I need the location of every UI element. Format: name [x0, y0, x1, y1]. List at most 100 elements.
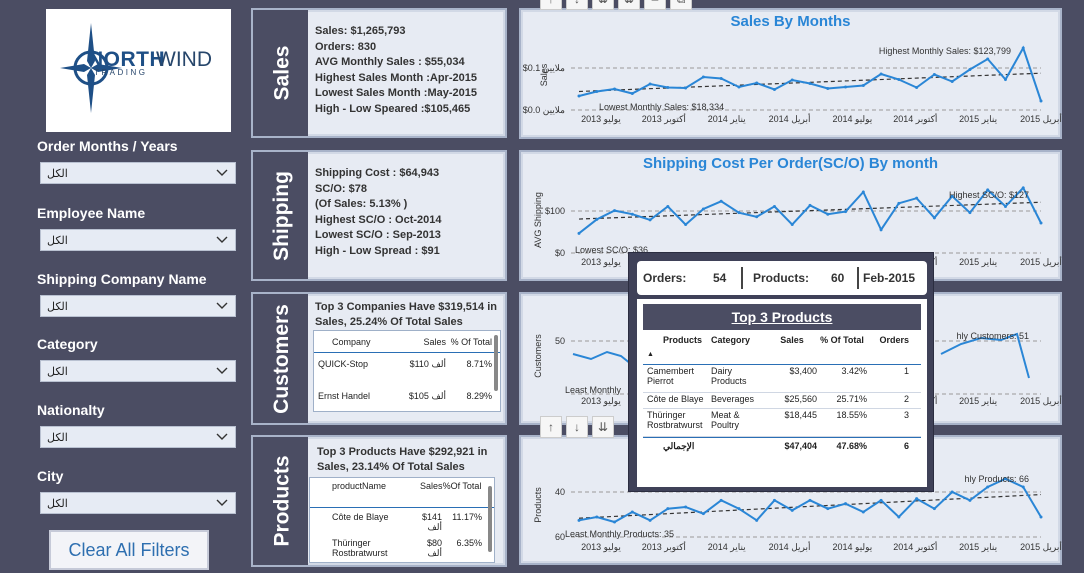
- cell-company: Ernst Handel: [318, 391, 371, 401]
- filter-label-category: Category: [37, 336, 98, 352]
- customers-card: Customers Top 3 Companies Have $319,514 …: [251, 292, 507, 425]
- col-category[interactable]: Category: [709, 335, 767, 364]
- table-row[interactable]: Côte de Blaye Beverages $25,560 25.71% 2: [643, 393, 921, 409]
- data-point: [915, 196, 919, 200]
- chart-svg[interactable]: Sales$0.0 ملايين$0.1 ملايينيوليو 2013 أكت…: [521, 10, 1064, 141]
- data-point: [755, 81, 759, 85]
- data-point: [897, 201, 901, 205]
- cell-sales: $110 ألف: [409, 359, 446, 369]
- filter-select-shipping-company[interactable]: الكل: [40, 295, 236, 317]
- data-point: [701, 207, 705, 211]
- x-tick-label: يناير 2015: [959, 396, 997, 407]
- data-point: [648, 218, 652, 222]
- top-products-table: productName Sales %Of Total Côte de Blay…: [309, 477, 495, 563]
- filter-select-nationality[interactable]: الكل: [40, 426, 236, 448]
- divider: [857, 267, 859, 289]
- col-pct[interactable]: % Of Total: [817, 335, 867, 364]
- logo-trading-text: TRADING: [94, 68, 148, 77]
- chart-annotation: Highest SC/O: $127: [949, 190, 1029, 200]
- data-point: [772, 88, 776, 91]
- data-point: [1039, 515, 1043, 519]
- col-pct[interactable]: % Of Total: [446, 337, 494, 347]
- data-point: [684, 86, 688, 90]
- cell-orders: 2: [903, 394, 909, 404]
- table-row[interactable]: Camembert Pierrot Dairy Products $3,400 …: [643, 365, 921, 393]
- col-orders[interactable]: Orders: [867, 335, 915, 364]
- col-sales[interactable]: Sales: [406, 337, 446, 347]
- col-pct[interactable]: %Of Total: [442, 481, 484, 491]
- cell-pct: 8.71%: [466, 359, 492, 369]
- table-row[interactable]: QUICK-Stop $110 ألف 8.71%: [314, 353, 500, 385]
- table-scrollbar[interactable]: [488, 486, 492, 552]
- popup-products-table: Products ▲ Category Sales % Of Total Orde…: [643, 333, 921, 455]
- x-tick-label: أكتوبر 2014: [893, 112, 937, 125]
- data-point: [986, 57, 990, 61]
- table-row[interactable]: Thüringer Rostbratwurst Meat & Poultry $…: [643, 409, 921, 437]
- expand-all-icon[interactable]: ⇊: [618, 0, 640, 10]
- table-row[interactable]: Thüringer Rostbratwurst $80 ألف 6.35%: [310, 534, 494, 562]
- data-point: [1039, 99, 1043, 103]
- x-tick-label: يوليو 2014: [833, 114, 873, 125]
- table-total-row: الإجمالي $47,404 47.68% 6: [643, 437, 921, 455]
- col-sales[interactable]: Sales: [767, 335, 817, 364]
- filter-select-order-months[interactable]: الكل: [40, 162, 236, 184]
- focus-mode-icon[interactable]: ⧉: [670, 0, 692, 10]
- popup-title: Top 3 Products: [643, 304, 921, 330]
- cell-pct: 3.42%: [841, 366, 867, 376]
- filter-select-city[interactable]: الكل: [40, 492, 236, 514]
- y-tick-label: 60: [555, 532, 565, 542]
- table-row[interactable]: Côte de Blaye $141 ألف 11.17%: [310, 508, 494, 534]
- sales-kpi-card: Sales Sales: $1,265,793 Orders: 830 AVG …: [251, 8, 507, 138]
- products-card: Products Top 3 Products Have $292,921 in…: [251, 435, 507, 567]
- table-row[interactable]: Ernst Handel $105 ألف 8.29%: [314, 385, 500, 417]
- filter-select-employee[interactable]: الكل: [40, 229, 236, 251]
- data-point: [648, 82, 652, 86]
- data-point: [968, 211, 972, 215]
- kpi-of-sales: (Of Sales: 5.13% ): [315, 198, 408, 211]
- col-sales[interactable]: Sales: [420, 481, 443, 491]
- sales-kpi-list: Sales: $1,265,793 Orders: 830 AVG Monthl…: [315, 24, 477, 118]
- more-options-icon[interactable]: –: [644, 0, 666, 10]
- drill-up-icon[interactable]: ↑: [540, 0, 562, 10]
- data-point: [684, 505, 688, 509]
- col-products[interactable]: Products ▲: [643, 335, 709, 364]
- table-header: Products ▲ Category Sales % Of Total Orde…: [643, 333, 921, 365]
- data-point: [630, 212, 634, 216]
- col-company[interactable]: Company: [314, 337, 406, 347]
- data-point: [826, 212, 830, 216]
- x-tick-label: يوليو 2013: [581, 257, 621, 268]
- expand-level-icon[interactable]: ⇊: [592, 416, 614, 438]
- clear-all-filters-button[interactable]: Clear All Filters: [49, 530, 209, 570]
- expand-level-icon[interactable]: ⇊: [592, 0, 614, 10]
- data-point: [737, 211, 741, 215]
- table-scrollbar[interactable]: [494, 335, 498, 391]
- cell-product: Côte de Blaye: [647, 394, 704, 404]
- drill-down-icon[interactable]: ↓: [566, 0, 588, 10]
- x-tick-label: يوليو 2013: [581, 542, 621, 553]
- filter-value: الكل: [47, 366, 68, 378]
- x-tick-label: يناير 2014: [708, 542, 746, 553]
- cell-sales: $3,400: [789, 366, 817, 376]
- filter-select-category[interactable]: الكل: [40, 360, 236, 382]
- data-point: [879, 72, 883, 76]
- chevron-down-icon: [216, 367, 228, 374]
- col-product-name[interactable]: productName: [310, 481, 420, 491]
- kpi-highest-sco: Highest SC/O : Oct-2014: [315, 213, 442, 226]
- popup-orders-label: Orders:: [643, 271, 687, 285]
- data-point: [808, 82, 812, 85]
- drill-up-icon[interactable]: ↑: [540, 416, 562, 438]
- products-headline: Top 3 Products Have $292,921 in Sales, 2…: [317, 446, 488, 473]
- data-point: [666, 507, 670, 511]
- chart-annotation: Lowest Monthly Sales: $18,334: [599, 102, 724, 112]
- data-point: [826, 87, 830, 90]
- filter-label-city: City: [37, 468, 64, 484]
- drill-down-icon[interactable]: ↓: [566, 416, 588, 438]
- x-tick-label: يناير 2015: [959, 542, 997, 553]
- chevron-down-icon: [216, 236, 228, 243]
- data-point: [915, 86, 919, 89]
- cell-product: Thüringer Rostbratwurst: [332, 538, 388, 558]
- data-point: [968, 68, 972, 71]
- data-point: [861, 510, 865, 514]
- y-tick-label: $0: [555, 248, 565, 258]
- cell-category: Beverages: [711, 394, 755, 404]
